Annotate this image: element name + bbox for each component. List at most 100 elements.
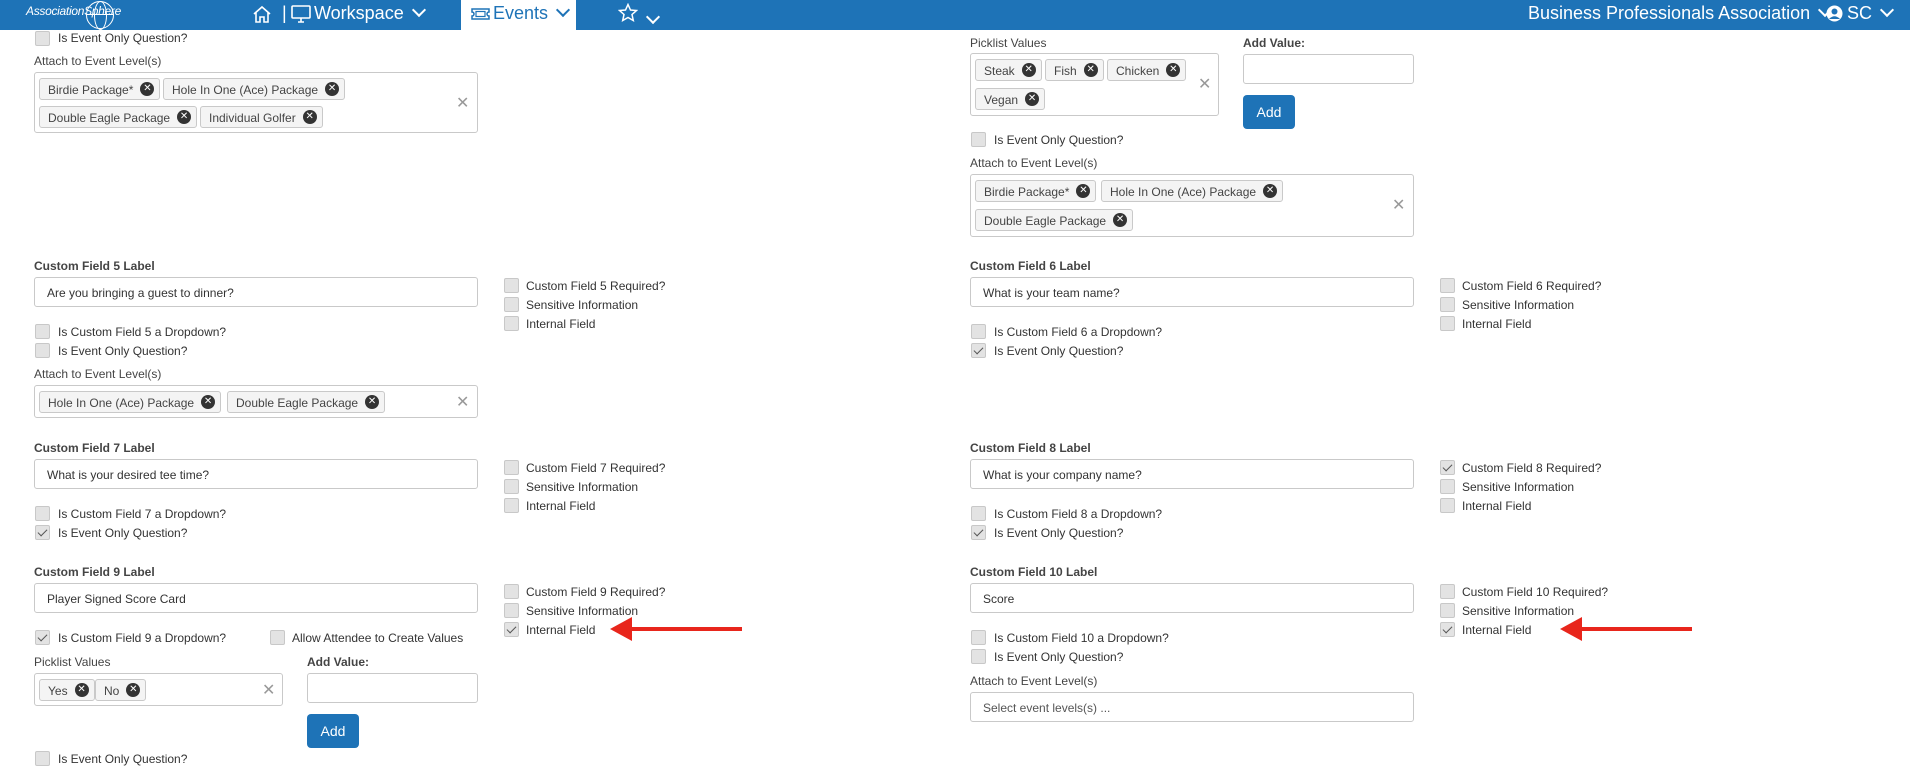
cf5-internal-checkbox[interactable] [504,316,519,331]
cf8-required-label: Custom Field 8 Required? [1462,461,1602,475]
cf10-required-checkbox[interactable] [1440,584,1455,599]
cf5-event-levels-select[interactable]: Hole In One (Ace) Package ✕ Double Eagle … [34,385,478,418]
cf10-dropdown-checkbox[interactable] [971,630,986,645]
cf9-add-button[interactable]: Add [307,714,359,748]
event-levels-select[interactable]: Birdie Package* ✕ Hole In One (Ace) Packa… [34,72,478,133]
remove-tag-icon[interactable]: ✕ [1263,184,1278,198]
cf7-sensitive-checkbox[interactable] [504,479,519,494]
nav-divider: | [282,3,287,23]
cf8-event-only-checkbox[interactable] [971,525,986,540]
remove-tag-icon[interactable]: ✕ [140,82,155,96]
clear-selection-icon[interactable]: ✕ [456,93,469,113]
cf8-required-checkbox[interactable] [1440,460,1455,475]
remove-tag-icon[interactable]: ✕ [1166,63,1181,77]
cf7-event-only-checkbox[interactable] [35,525,50,540]
cf9-required-checkbox[interactable] [504,584,519,599]
top-nav-bar: AssociationSphere | Workspace Events Bus… [0,0,1910,30]
cf5-input[interactable]: Are you bringing a guest to dinner? [34,277,478,307]
remove-tag-icon[interactable]: ✕ [1021,63,1036,77]
event-only-checkbox[interactable] [35,31,50,46]
add-value-input[interactable] [1243,54,1414,84]
cf9-add-value-input[interactable] [307,673,478,703]
cf9-dropdown-checkbox[interactable] [35,630,50,645]
tab-events[interactable]: Events [461,0,576,30]
cf10-event-only-label: Is Event Only Question? [994,650,1124,664]
cf6-input[interactable]: What is your team name? [970,277,1414,307]
clear-selection-icon[interactable]: ✕ [1392,195,1405,215]
event-only-label: Is Event Only Question? [58,31,188,45]
cf7-event-only-label: Is Event Only Question? [58,526,188,540]
cf10-input[interactable]: Score [970,583,1414,613]
remove-tag-icon[interactable]: ✕ [1083,63,1098,77]
cf10-event-only-checkbox[interactable] [971,649,986,664]
cf10-internal-checkbox[interactable] [1440,622,1455,637]
cf9-allow-create-checkbox[interactable] [270,630,285,645]
cf8-sensitive-label: Sensitive Information [1462,480,1575,494]
remove-tag-icon[interactable]: ✕ [126,683,141,697]
cf8-input[interactable]: What is your company name? [970,459,1414,489]
cf6-sensitive-checkbox[interactable] [1440,297,1455,312]
level-tag: Double Eagle Package ✕ [39,106,198,128]
cf7-input[interactable]: What is your desired tee time? [34,459,478,489]
cf9-input[interactable]: Player Signed Score Card [34,583,478,613]
remove-tag-icon[interactable]: ✕ [177,110,192,124]
cf9-sensitive-checkbox[interactable] [504,603,519,618]
cf8-internal-checkbox[interactable] [1440,498,1455,513]
level-tag: Hole In One (Ace) Package ✕ [163,78,346,100]
level-tag: Hole In One (Ace) Package ✕ [1101,180,1284,202]
level-tag: Individual Golfer ✕ [200,106,323,128]
workspace-label: Workspace [314,3,404,23]
remove-tag-icon[interactable]: ✕ [325,82,340,96]
user-menu[interactable]: SC [1847,2,1895,24]
cf7-required-checkbox[interactable] [504,460,519,475]
cf9-sensitive-label: Sensitive Information [526,604,639,618]
remove-tag-icon[interactable]: ✕ [1076,184,1091,198]
favorites-menu[interactable] [617,2,661,28]
org-name: Business Professionals Association [1528,3,1811,23]
cf5-required-checkbox[interactable] [504,278,519,293]
workspace-menu[interactable]: Workspace [314,2,426,24]
cf8-sensitive-checkbox[interactable] [1440,479,1455,494]
cf10-sensitive-checkbox[interactable] [1440,603,1455,618]
cf9-internal-checkbox[interactable] [504,622,519,637]
remove-tag-icon[interactable]: ✕ [365,395,380,409]
cf9-picklist-label: Picklist Values [34,655,111,669]
home-icon[interactable] [252,5,272,29]
cf10-required-label: Custom Field 10 Required? [1462,585,1609,599]
remove-tag-icon[interactable]: ✕ [1025,92,1040,106]
cf6-event-only-checkbox[interactable] [971,343,986,358]
cf8-dropdown-checkbox[interactable] [971,506,986,521]
cf5-label: Custom Field 5 Label [34,259,155,273]
cf5-event-only-checkbox[interactable] [35,343,50,358]
events-label: Events [493,3,549,23]
cf7-dropdown-checkbox[interactable] [35,506,50,521]
cf9-event-only-checkbox[interactable] [35,751,50,766]
clear-selection-icon[interactable]: ✕ [262,680,275,700]
cf9-add-value-label: Add Value: [307,655,370,669]
event-only-checkbox[interactable] [971,132,986,147]
remove-tag-icon[interactable]: ✕ [74,683,89,697]
remove-tag-icon[interactable]: ✕ [201,395,216,409]
cf6-dropdown-checkbox[interactable] [971,324,986,339]
annotation-arrow-icon [610,617,632,641]
cf8-dropdown-label: Is Custom Field 8 a Dropdown? [994,507,1163,521]
remove-tag-icon[interactable]: ✕ [302,110,317,124]
add-button[interactable]: Add [1243,95,1295,129]
cf5-dropdown-checkbox[interactable] [35,324,50,339]
cf9-picklist-select[interactable]: Yes ✕ No ✕ ✕ [34,673,283,706]
picklist-select[interactable]: Steak ✕ Fish ✕ Chicken ✕ Vegan ✕ ✕ [970,53,1219,116]
clear-selection-icon[interactable]: ✕ [1198,74,1211,94]
org-menu[interactable]: Business Professionals Association [1528,2,1833,24]
cf6-required-checkbox[interactable] [1440,278,1455,293]
cf7-required-label: Custom Field 7 Required? [526,461,666,475]
event-levels-select[interactable]: Birdie Package* ✕ Hole In One (Ace) Packa… [970,174,1414,237]
cf5-internal-label: Internal Field [526,317,596,331]
cf6-dropdown-label: Is Custom Field 6 a Dropdown? [994,325,1163,339]
cf5-sensitive-checkbox[interactable] [504,297,519,312]
cf6-internal-checkbox[interactable] [1440,316,1455,331]
cf7-internal-checkbox[interactable] [504,498,519,513]
remove-tag-icon[interactable]: ✕ [1113,213,1128,227]
clear-selection-icon[interactable]: ✕ [456,392,469,412]
events-menu[interactable]: Events [493,2,571,24]
cf10-event-levels-select[interactable]: Select event levels(s) ... [970,692,1414,722]
